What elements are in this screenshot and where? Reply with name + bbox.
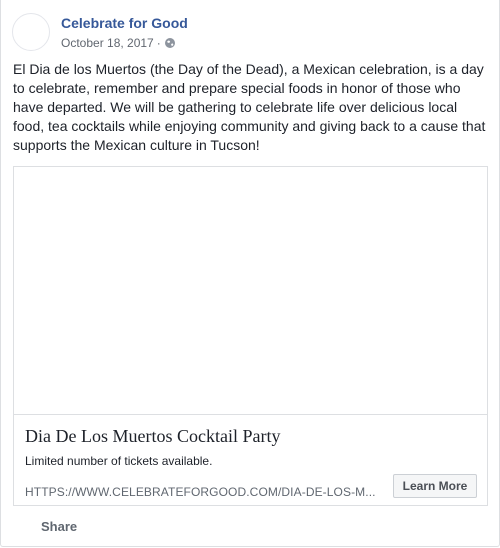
page-name-link[interactable]: Celebrate for Good (61, 15, 188, 31)
post-meta: October 18, 2017 · (61, 36, 176, 50)
post-container: Celebrate for Good October 18, 2017 · El… (0, 0, 500, 547)
page-avatar[interactable] (12, 13, 50, 51)
learn-more-button[interactable]: Learn More (393, 474, 477, 498)
share-button[interactable]: Share (41, 519, 77, 534)
post-date[interactable]: October 18, 2017 (61, 36, 154, 50)
link-url[interactable]: HTTPS://WWW.CELEBRATEFORGOOD.COM/DIA-DE-… (25, 485, 376, 499)
link-preview-image[interactable] (14, 167, 487, 415)
globe-icon[interactable] (164, 37, 176, 49)
link-title[interactable]: Dia De Los Muertos Cocktail Party (25, 426, 280, 447)
post-text: El Dia de los Muertos (the Day of the De… (13, 61, 486, 153)
link-preview-card[interactable]: Dia De Los Muertos Cocktail Party Limite… (13, 166, 488, 506)
meta-separator: · (156, 36, 161, 50)
link-description: Limited number of tickets available. (25, 454, 213, 468)
